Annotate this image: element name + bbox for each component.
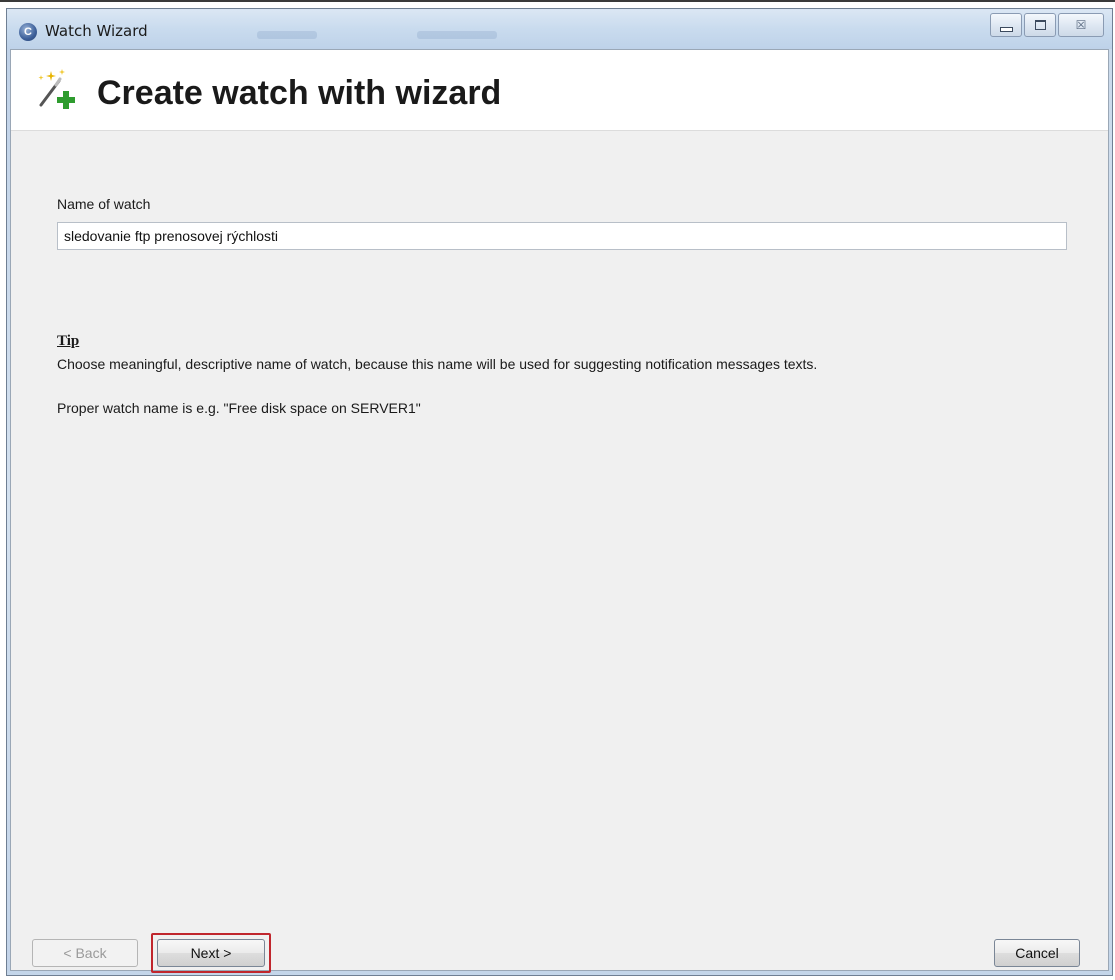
wizard-client-area: Create watch with wizard Name of watch T… — [10, 49, 1109, 973]
close-button[interactable]: ☒ — [1058, 13, 1104, 37]
page-title: Create watch with wizard — [97, 74, 502, 112]
watch-wizard-window: C Watch Wizard ☒ Create watch with wizar… — [6, 8, 1113, 976]
background-window-ghost — [257, 31, 317, 39]
magic-wand-add-icon — [38, 69, 75, 109]
maximize-icon — [1034, 20, 1046, 30]
watch-name-input[interactable] — [57, 222, 1067, 250]
screen-top-border — [0, 0, 1115, 6]
tip-text: Choose meaningful, descriptive name of w… — [57, 356, 818, 372]
minimize-button[interactable] — [990, 13, 1022, 37]
minimize-icon — [999, 26, 1013, 32]
maximize-button[interactable] — [1024, 13, 1056, 37]
next-button[interactable]: Next > — [157, 939, 265, 967]
tip-heading: Tip — [57, 333, 80, 349]
close-icon: ☒ — [1075, 18, 1087, 32]
back-button[interactable]: < Back — [32, 939, 138, 967]
caption-buttons: ☒ — [990, 13, 1104, 37]
watch-name-label: Name of watch — [57, 196, 151, 212]
app-icon: C — [19, 23, 37, 41]
title-bar[interactable]: C Watch Wizard ☒ — [7, 9, 1112, 49]
background-window-ghost — [417, 31, 497, 39]
window-title: Watch Wizard — [45, 22, 148, 40]
tip-example: Proper watch name is e.g. "Free disk spa… — [57, 400, 421, 416]
cancel-button[interactable]: Cancel — [994, 939, 1080, 967]
wizard-header: Create watch with wizard — [11, 50, 1108, 131]
